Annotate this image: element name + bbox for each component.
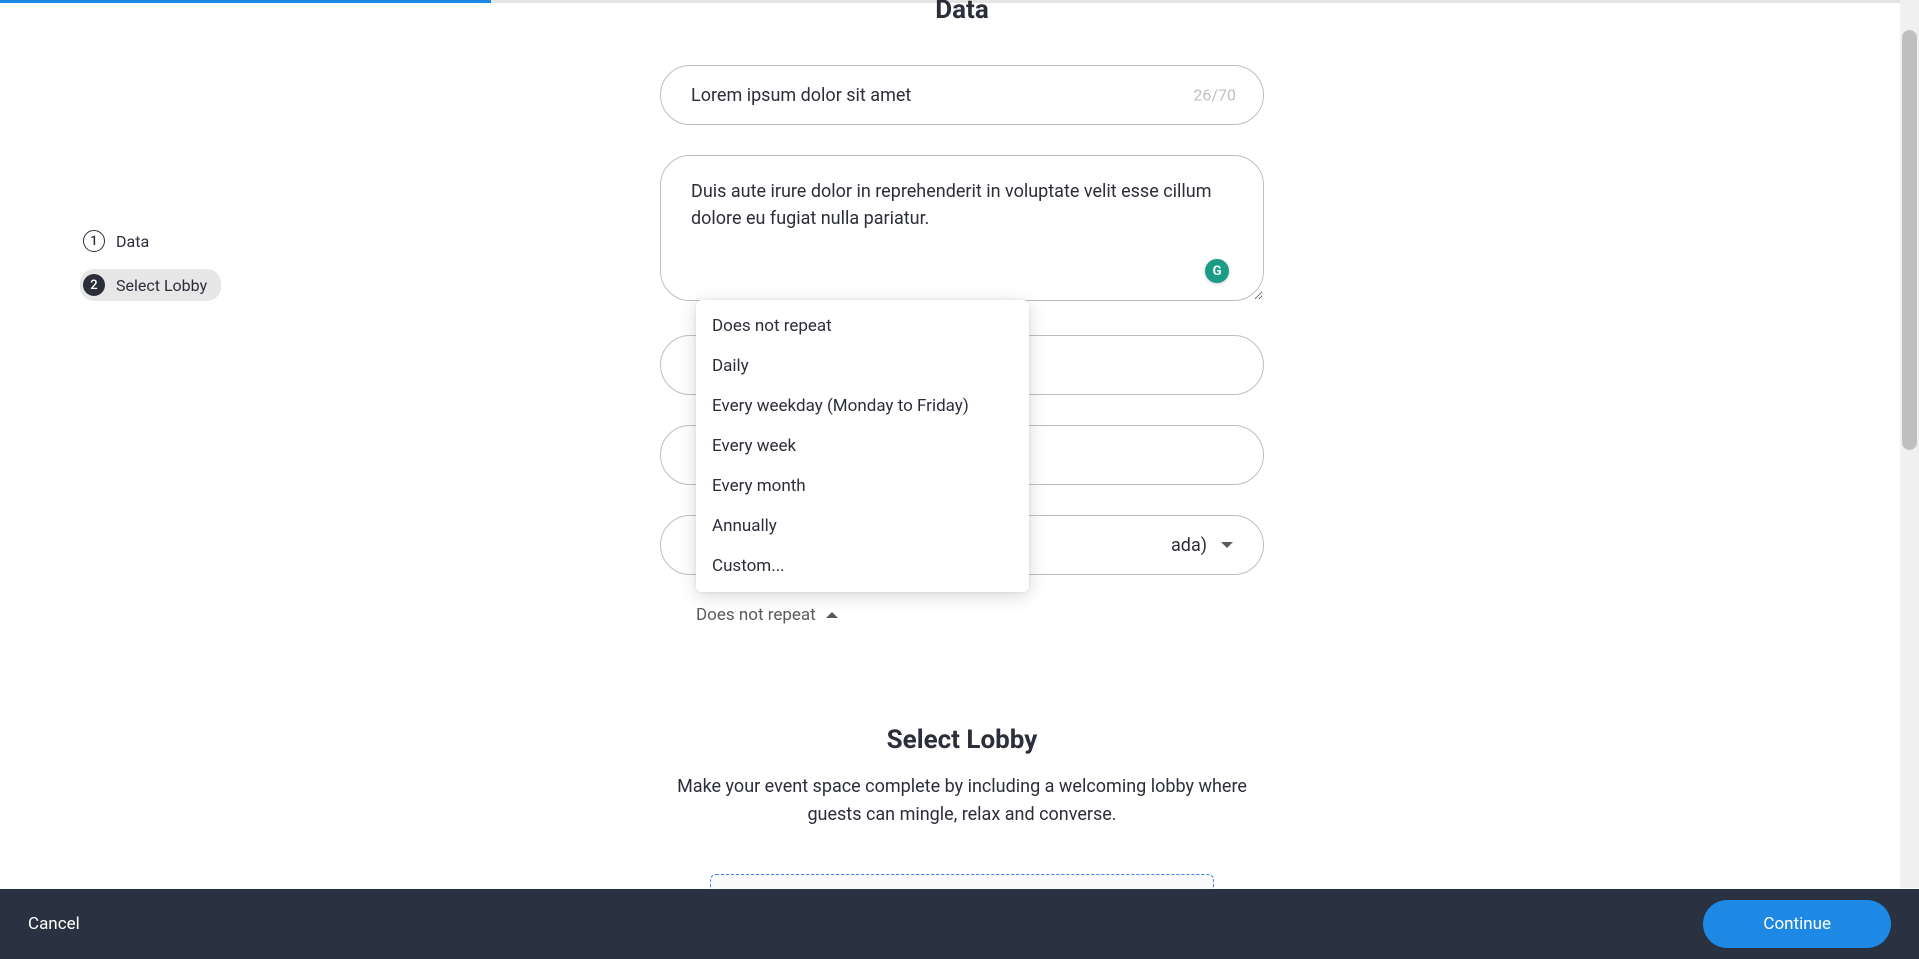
select-lobby-title: Select Lobby: [660, 725, 1264, 755]
char-count: 26/70: [1193, 86, 1236, 105]
repeat-dropdown-menu: Does not repeat Daily Every weekday (Mon…: [696, 300, 1029, 592]
description-field-wrapper: Duis aute irure dolor in reprehenderit i…: [660, 155, 1264, 305]
repeat-select[interactable]: Does not repeat: [696, 605, 838, 625]
cancel-button[interactable]: Cancel: [28, 914, 80, 934]
bottom-bar: Cancel Continue: [0, 889, 1919, 959]
scrollbar[interactable]: [1900, 0, 1919, 888]
dropdown-option-daily[interactable]: Daily: [696, 346, 1029, 386]
continue-button[interactable]: Continue: [1703, 900, 1891, 948]
chevron-down-icon: [1221, 542, 1233, 548]
sidebar-item-data[interactable]: 1 Data: [80, 225, 163, 257]
sidebar-item-select-lobby[interactable]: 2 Select Lobby: [80, 269, 221, 301]
sidebar-item-label: Data: [116, 232, 149, 251]
section-title: Data: [660, 0, 1264, 25]
title-input[interactable]: [660, 65, 1264, 125]
select-lobby-description: Make your event space complete by includ…: [660, 773, 1264, 829]
dropdown-option-custom[interactable]: Custom...: [696, 546, 1029, 586]
progress-fill: [0, 0, 491, 3]
dropdown-option-every-month[interactable]: Every month: [696, 466, 1029, 506]
repeat-label: Does not repeat: [696, 605, 816, 625]
dropdown-option-annually[interactable]: Annually: [696, 506, 1029, 546]
sidebar-item-label: Select Lobby: [116, 276, 207, 295]
step-number-2: 2: [83, 274, 105, 296]
dropdown-option-every-weekday[interactable]: Every weekday (Monday to Friday): [696, 386, 1029, 426]
scrollbar-thumb[interactable]: [1902, 30, 1917, 450]
sidebar: 1 Data 2 Select Lobby: [80, 225, 221, 313]
title-field-wrapper: 26/70: [660, 65, 1264, 125]
timezone-value-partial: ada): [1171, 535, 1207, 556]
dropdown-option-every-week[interactable]: Every week: [696, 426, 1029, 466]
dropdown-option-does-not-repeat[interactable]: Does not repeat: [696, 306, 1029, 346]
step-number-1: 1: [83, 230, 105, 252]
description-textarea[interactable]: Duis aute irure dolor in reprehenderit i…: [660, 155, 1264, 301]
grammarly-icon[interactable]: G: [1205, 259, 1229, 283]
chevron-up-icon: [826, 612, 838, 618]
